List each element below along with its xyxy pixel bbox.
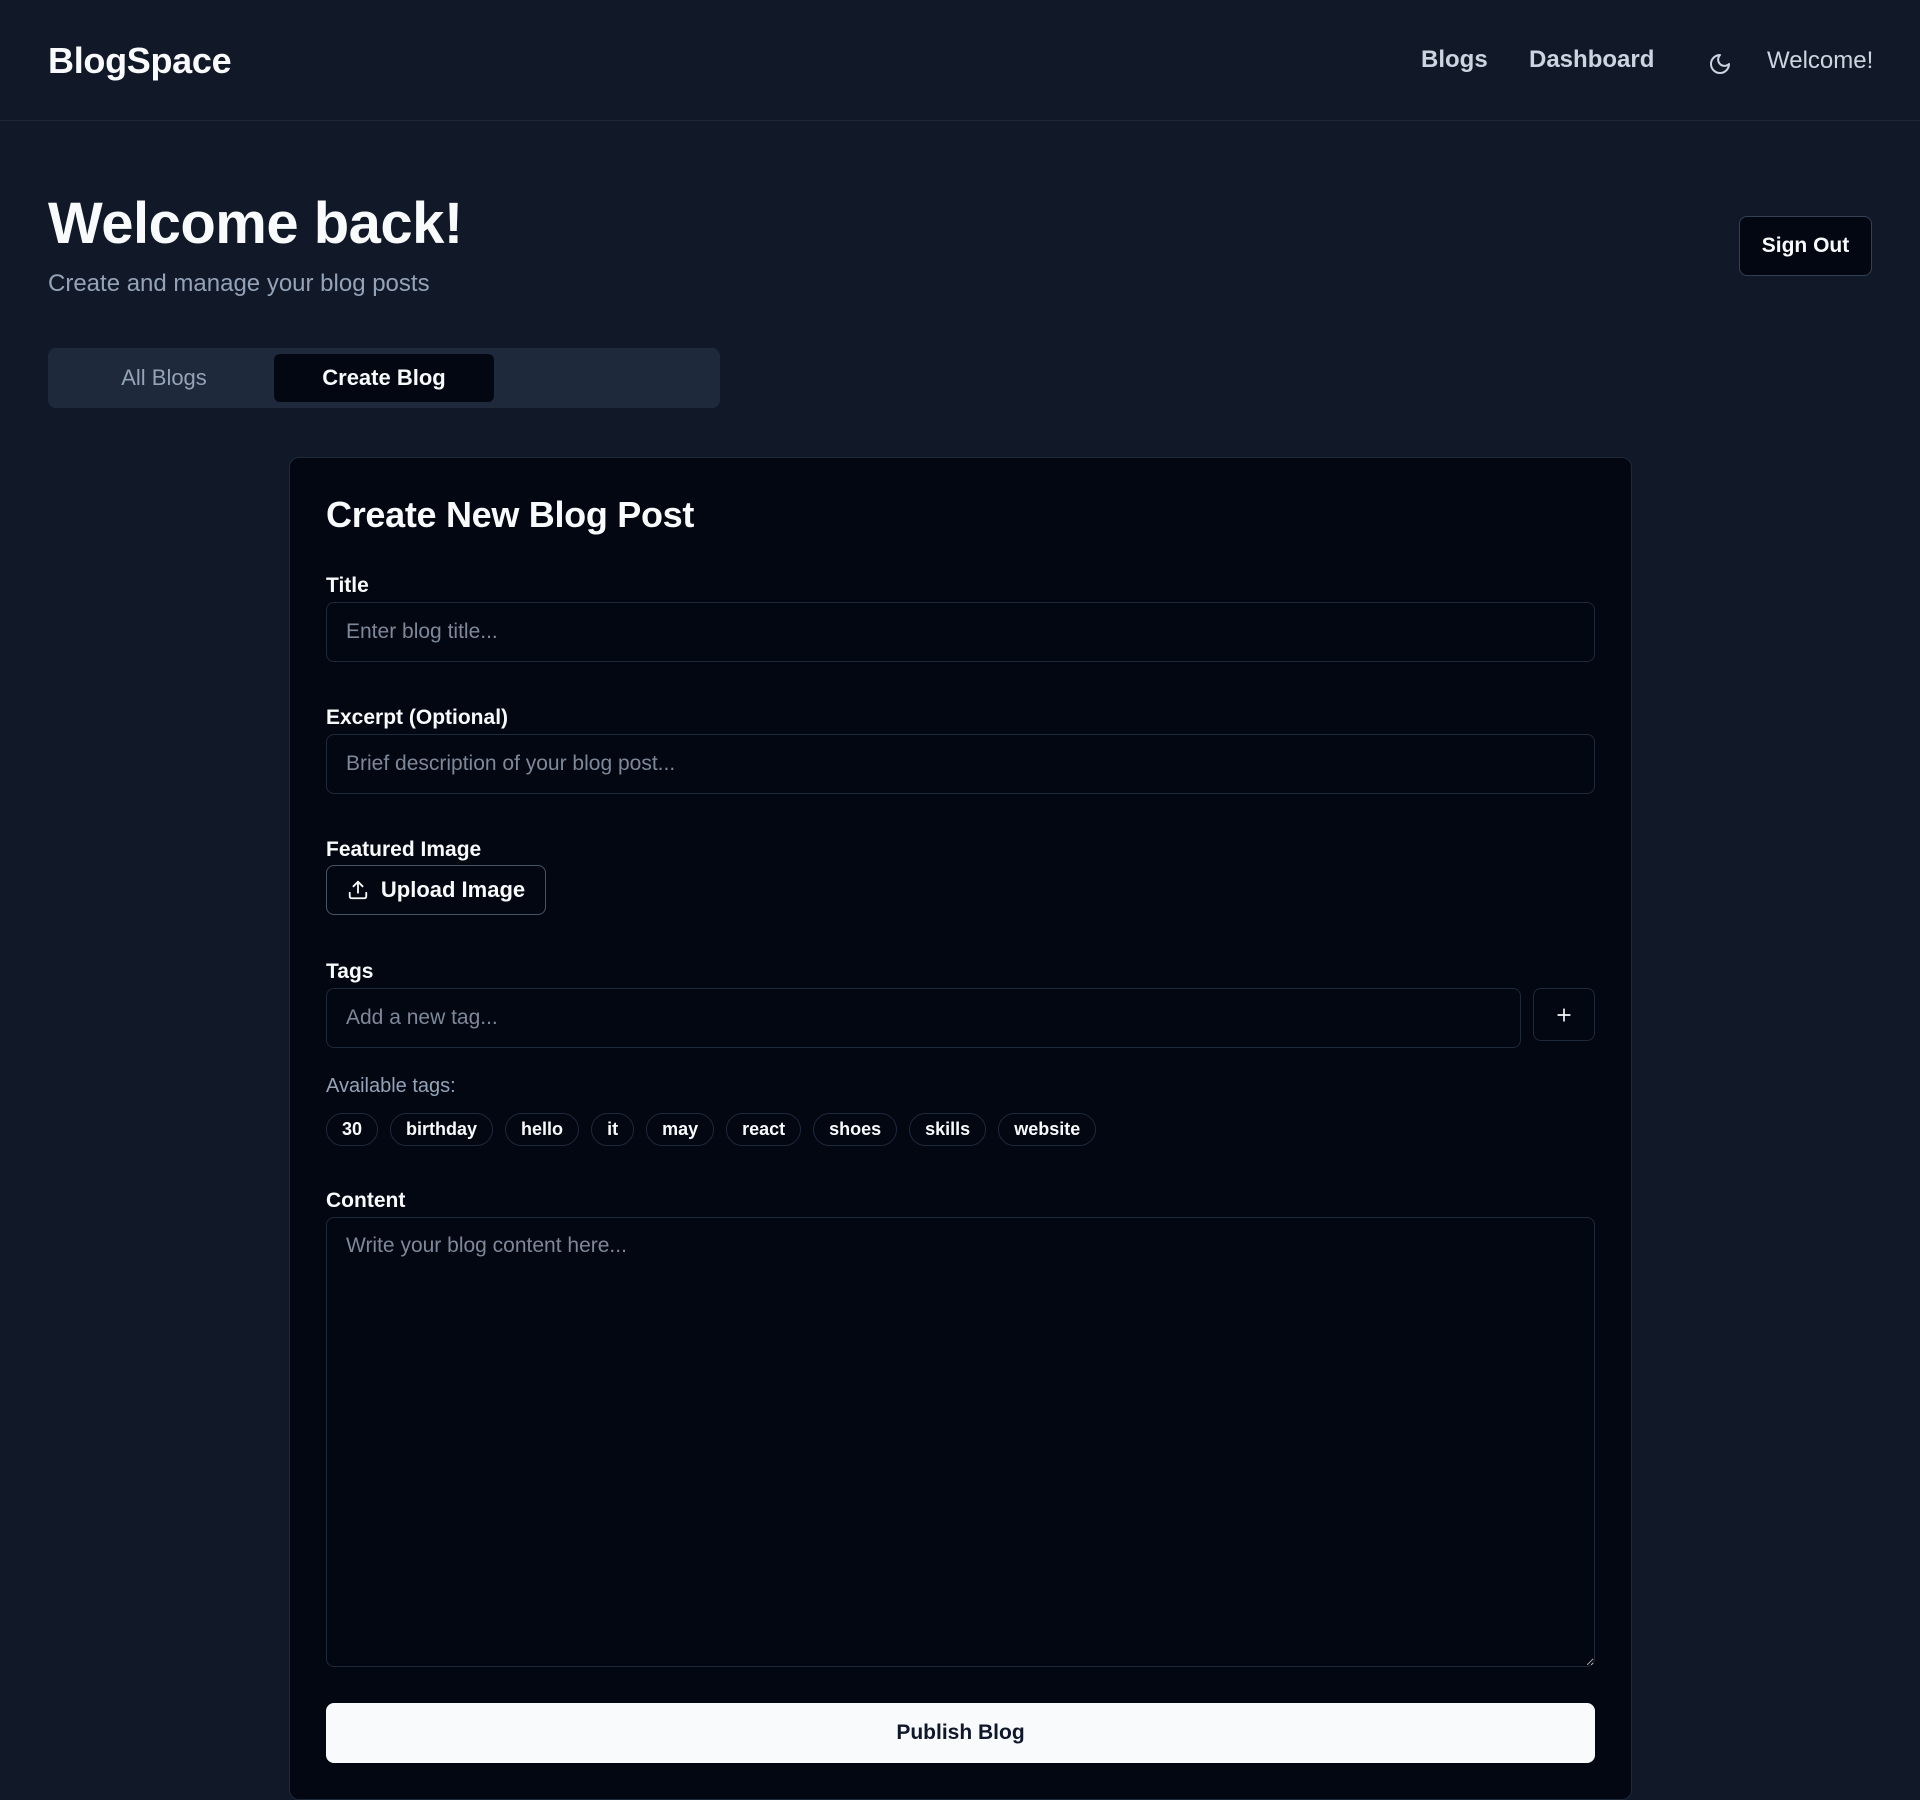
add-tag-button[interactable] — [1533, 988, 1595, 1041]
nav-link-blogs[interactable]: Blogs — [1421, 46, 1488, 74]
moon-icon — [1710, 54, 1730, 74]
sign-out-button[interactable]: Sign Out — [1739, 216, 1872, 276]
tag-chip[interactable]: shoes — [813, 1113, 898, 1146]
available-tags-list: 30 birthday hello it may react shoes ski… — [326, 1113, 1097, 1146]
page-title: Welcome back! — [48, 191, 463, 256]
theme-toggle-button[interactable] — [1700, 44, 1740, 84]
available-tags-label: Available tags: — [326, 1075, 456, 1097]
tab-create-blog[interactable]: Create Blog — [274, 354, 494, 402]
tag-chip[interactable]: it — [591, 1113, 635, 1146]
upload-image-button[interactable]: Upload Image — [326, 865, 546, 915]
title-input[interactable] — [326, 602, 1595, 662]
page-subtitle: Create and manage your blog posts — [48, 270, 430, 297]
navbar: BlogSpace Blogs Dashboard Welcome! — [0, 0, 1920, 121]
upload-icon — [348, 880, 368, 900]
tags-label: Tags — [326, 960, 374, 983]
tag-chip[interactable]: skills — [909, 1113, 987, 1146]
tag-input[interactable] — [326, 988, 1521, 1048]
tab-list: All Blogs Create Blog — [48, 348, 720, 408]
nav-welcome-text: Welcome! — [1767, 47, 1874, 74]
create-blog-card: Create New Blog Post Title Excerpt (Opti… — [289, 457, 1632, 1800]
content-textarea[interactable] — [326, 1217, 1595, 1667]
tab-all-blogs[interactable]: All Blogs — [54, 354, 274, 402]
excerpt-label: Excerpt (Optional) — [326, 706, 509, 729]
featured-image-label: Featured Image — [326, 838, 482, 861]
tag-chip[interactable]: website — [998, 1113, 1097, 1146]
tag-chip[interactable]: birthday — [390, 1113, 494, 1146]
nav-link-dashboard[interactable]: Dashboard — [1529, 46, 1654, 74]
publish-blog-button[interactable]: Publish Blog — [326, 1703, 1595, 1763]
card-title: Create New Blog Post — [326, 494, 695, 535]
content-label: Content — [326, 1189, 406, 1212]
tag-chip[interactable]: 30 — [326, 1113, 379, 1146]
upload-image-label: Upload Image — [380, 877, 526, 902]
brand-logo[interactable]: BlogSpace — [48, 40, 232, 82]
plus-icon — [1557, 1007, 1571, 1022]
tag-chip[interactable]: hello — [505, 1113, 580, 1146]
tag-chip[interactable]: react — [726, 1113, 802, 1146]
excerpt-input[interactable] — [326, 734, 1595, 794]
title-label: Title — [326, 574, 369, 597]
tag-chip[interactable]: may — [646, 1113, 715, 1146]
